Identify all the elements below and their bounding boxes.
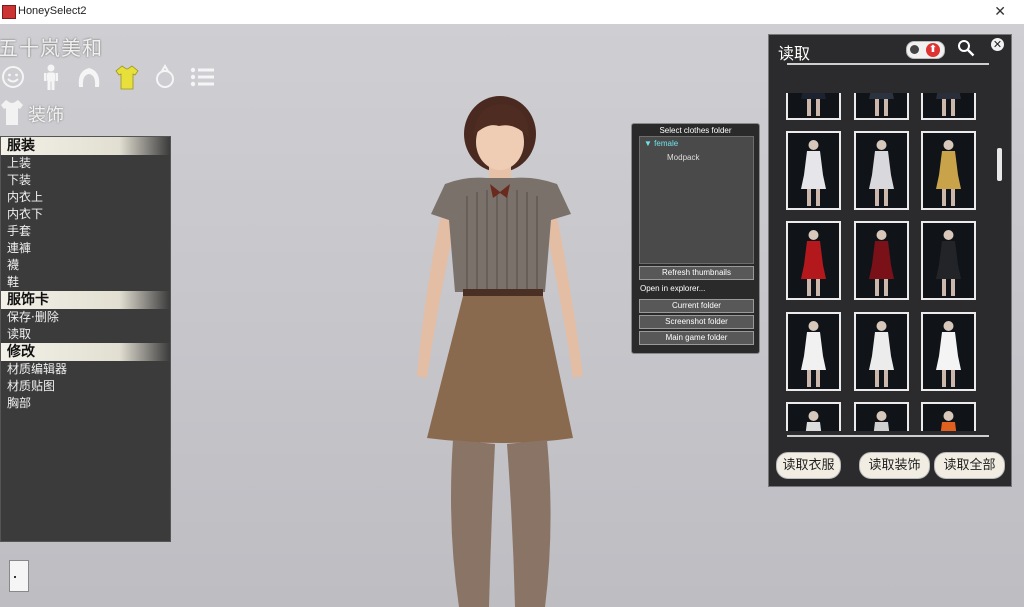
menu-item-top[interactable]: 上装	[1, 155, 170, 172]
toggle-knob	[910, 45, 919, 54]
outfit-thumbnail[interactable]	[854, 131, 909, 210]
load-all-button[interactable]: 读取全部	[934, 452, 1005, 479]
upload-arrow-icon: ⬆	[926, 43, 940, 57]
menu-item-chest[interactable]: 胸部	[1, 395, 170, 412]
app-icon	[2, 5, 16, 19]
outfit-thumbnail[interactable]	[921, 93, 976, 120]
menu-item-panties[interactable]: 内衣下	[1, 206, 170, 223]
folder-tree[interactable]: ▼ female Modpack	[639, 136, 754, 264]
outfit-thumbnail[interactable]	[921, 131, 976, 210]
outfit-thumbnail[interactable]	[854, 93, 909, 120]
grid-scrollbar[interactable]	[997, 148, 1002, 181]
load-accessories-button[interactable]: 读取装饰	[859, 452, 930, 479]
menu-item-shoes[interactable]: 鞋	[1, 274, 170, 291]
face-icon[interactable]	[0, 62, 26, 92]
folder-open-icon: ▼	[644, 139, 652, 148]
outfit-thumbnail[interactable]	[786, 402, 841, 431]
menu-group-modify[interactable]: 修改	[1, 343, 170, 361]
outfit-thumbnail[interactable]	[921, 402, 976, 431]
refresh-thumbnails-button[interactable]: Refresh thumbnails	[639, 266, 754, 280]
upload-toggle[interactable]: ⬆	[906, 41, 945, 59]
current-folder-button[interactable]: Current folder	[639, 299, 754, 313]
clothing-menu-panel: 服装 上装 下装 内衣上 内衣下 手套 連褲 襪 鞋 服饰卡 保存·删除 读取 …	[0, 136, 171, 542]
outfit-thumbnail[interactable]	[786, 221, 841, 300]
bottom-divider	[787, 435, 989, 437]
outfit-thumbnail[interactable]	[921, 221, 976, 300]
menu-item-material-editor[interactable]: 材质编辑器	[1, 361, 170, 378]
folder-node-modpack[interactable]: Modpack	[640, 151, 753, 165]
body-icon[interactable]	[38, 62, 64, 92]
screenshot-folder-button[interactable]: Screenshot folder	[639, 315, 754, 329]
menu-item-save-delete[interactable]: 保存·删除	[1, 309, 170, 326]
shirt-icon	[0, 98, 24, 130]
folder-node-female-label: female	[654, 139, 679, 148]
menu-item-material-texture[interactable]: 材质贴图	[1, 378, 170, 395]
menu-item-bottom[interactable]: 下装	[1, 172, 170, 189]
clothes-icon[interactable]	[114, 62, 140, 92]
window-titlebar: HoneySelect2 ✕	[0, 0, 1024, 25]
hair-icon[interactable]	[76, 62, 102, 92]
outfit-thumbnail[interactable]	[854, 402, 909, 431]
outfit-thumbnail[interactable]	[786, 131, 841, 210]
window-title: HoneySelect2	[18, 5, 87, 17]
main-game-folder-button[interactable]: Main game folder	[639, 331, 754, 345]
menu-item-socks[interactable]: 襪	[1, 257, 170, 274]
outfit-thumbnail[interactable]	[786, 312, 841, 391]
accessory-icon[interactable]	[152, 62, 178, 92]
load-panel-title: 读取	[778, 44, 811, 63]
character-name: 五十岚美和	[0, 36, 103, 60]
window-close-button[interactable]: ✕	[994, 3, 1006, 20]
open-in-explorer-label: Open in explorer...	[640, 284, 706, 293]
outfit-thumbnail[interactable]	[921, 312, 976, 391]
character-model[interactable]	[395, 96, 595, 607]
close-icon[interactable]: ✕	[991, 38, 1004, 51]
folder-node-female[interactable]: ▼ female	[640, 137, 753, 151]
outfit-thumbnail-grid[interactable]	[786, 93, 982, 431]
folder-panel-title: Select clothes folder	[659, 126, 732, 135]
menu-item-pantyhose[interactable]: 連褲	[1, 240, 170, 257]
outfit-thumbnail[interactable]	[854, 221, 909, 300]
outfit-thumbnail[interactable]	[854, 312, 909, 391]
menu-group-clothes[interactable]: 服装	[1, 137, 170, 155]
menu-group-coordinate-card[interactable]: 服饰卡	[1, 291, 170, 309]
load-clothes-button[interactable]: 读取衣服	[776, 452, 841, 479]
exit-door-icon[interactable]	[9, 560, 29, 592]
section-heading: 装饰	[0, 98, 64, 130]
menu-item-load[interactable]: 读取	[1, 326, 170, 343]
load-panel: 读取 ⬆ ✕ 读取衣服 读取装饰 读取全部	[768, 34, 1012, 487]
section-label: 装饰	[28, 105, 64, 126]
top-divider	[787, 63, 989, 65]
folder-select-panel: Select clothes folder ▼ female Modpack R…	[631, 123, 760, 354]
menu-item-bra[interactable]: 内衣上	[1, 189, 170, 206]
outfit-thumbnail[interactable]	[786, 93, 841, 120]
category-icon-bar	[0, 62, 216, 92]
menu-item-gloves[interactable]: 手套	[1, 223, 170, 240]
search-icon[interactable]	[957, 39, 975, 61]
list-icon[interactable]	[190, 62, 216, 92]
